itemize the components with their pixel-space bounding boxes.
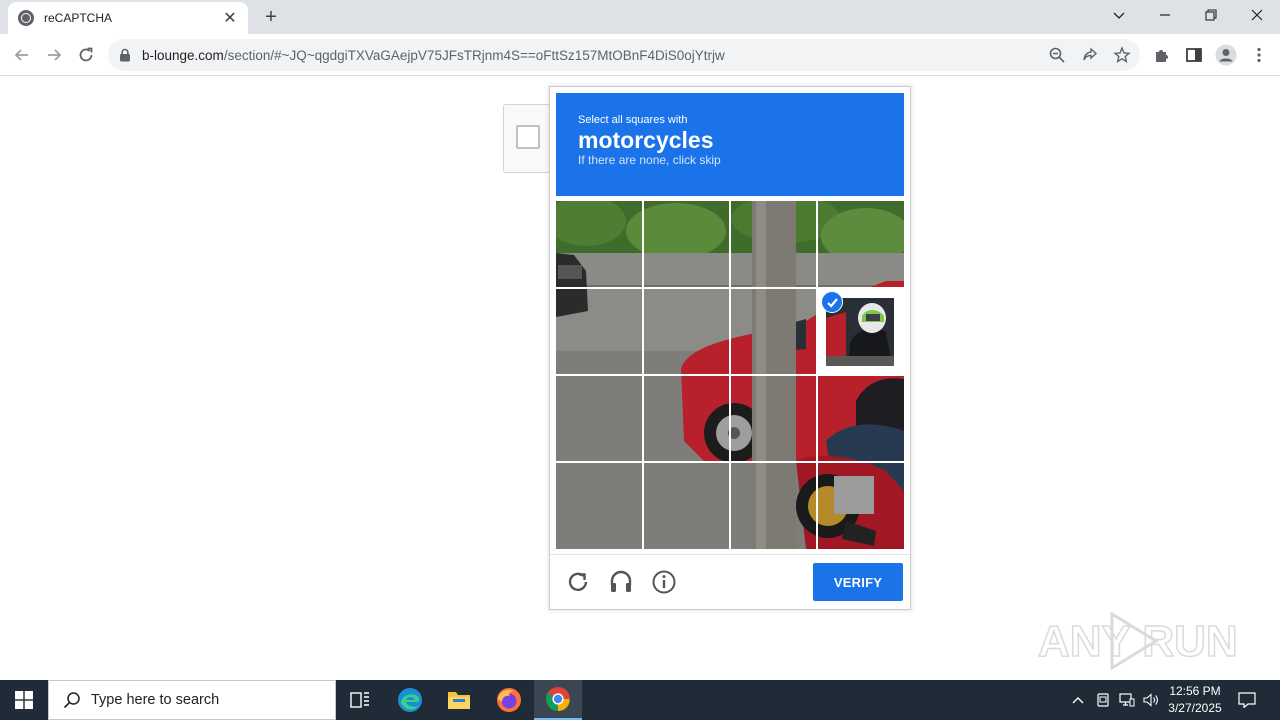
globe-icon: [18, 10, 34, 26]
grid-tile-r4c4[interactable]: [818, 463, 904, 549]
taskbar-search-box[interactable]: Type here to search: [48, 680, 336, 720]
minimize-icon: [1160, 14, 1170, 16]
profile-avatar-icon[interactable]: [1215, 44, 1237, 66]
image-grid: [556, 201, 904, 549]
grid-tile-r2c3[interactable]: [731, 289, 817, 375]
grid-tile-r1c1[interactable]: [556, 201, 642, 287]
network-icon: [1119, 693, 1135, 707]
grid-tile-r3c4[interactable]: [818, 376, 904, 462]
tray-overflow-button[interactable]: [1068, 680, 1088, 720]
extensions-puzzle-icon[interactable]: [1153, 46, 1171, 64]
url-text: b-lounge.com/section/#~JQ~qgdgiTXVaGAejp…: [142, 48, 725, 63]
windows-logo-icon: [15, 691, 33, 709]
notification-icon: [1238, 692, 1256, 708]
tab-title: reCAPTCHA: [44, 11, 113, 25]
back-button[interactable]: [8, 41, 36, 69]
grid-tile-r1c2[interactable]: [644, 201, 730, 287]
tray-volume-button[interactable]: [1140, 680, 1162, 720]
reload-icon[interactable]: [565, 569, 591, 595]
forward-button[interactable]: [40, 41, 68, 69]
chevron-up-icon: [1072, 697, 1084, 704]
tray-network-button[interactable]: [1116, 680, 1138, 720]
file-explorer-button[interactable]: [435, 680, 483, 720]
windows-taskbar: Type here to search 12:56 PM 3/27/2025: [0, 680, 1280, 720]
search-icon: [63, 692, 80, 709]
grid-tile-r4c1[interactable]: [556, 463, 642, 549]
recaptcha-challenge: Select all squares with motorcycles If t…: [549, 86, 911, 610]
close-window-button[interactable]: [1234, 0, 1280, 30]
challenge-instruction: Select all squares with: [578, 114, 688, 126]
edge-icon: [398, 688, 422, 712]
reload-icon: [79, 47, 93, 62]
grid-tile-r1c4[interactable]: [818, 201, 904, 287]
svg-text:ANY RUN: ANY RUN: [1038, 617, 1238, 666]
verify-button[interactable]: VERIFY: [813, 563, 903, 601]
search-placeholder: Type here to search: [91, 692, 220, 708]
lock-icon: [120, 48, 130, 62]
grid-tile-r3c3[interactable]: [731, 376, 817, 462]
edge-button[interactable]: [386, 680, 434, 720]
address-bar[interactable]: b-lounge.com/section/#~JQ~qgdgiTXVaGAejp…: [108, 39, 1140, 71]
info-icon[interactable]: [651, 569, 677, 595]
close-icon: [1251, 9, 1263, 21]
arrow-left-icon: [14, 49, 28, 61]
device-icon: [1097, 693, 1109, 707]
tab-strip: reCAPTCHA ✕ +: [0, 0, 1280, 34]
challenge-footer: VERIFY: [550, 554, 910, 610]
reload-button[interactable]: [72, 41, 100, 69]
firefox-icon: [497, 688, 521, 712]
tab-close-icon[interactable]: ✕: [222, 8, 238, 28]
side-panel-icon[interactable]: [1185, 46, 1203, 64]
grid-tile-r3c1[interactable]: [556, 376, 642, 462]
file-explorer-icon: [448, 692, 470, 709]
clock-date: 3/27/2025: [1168, 701, 1222, 715]
challenge-hint: If there are none, click skip: [578, 153, 721, 167]
challenge-header: Select all squares with motorcycles If t…: [556, 93, 904, 196]
selected-check-icon: [821, 291, 843, 313]
taskbar-clock[interactable]: 12:56 PM 3/27/2025: [1160, 683, 1230, 717]
url-host: b-lounge.com: [142, 47, 224, 63]
anyrun-watermark-logo: ANY RUN: [1038, 611, 1238, 671]
grid-tile-r1c3[interactable]: [731, 201, 817, 287]
audio-challenge-icon[interactable]: [608, 569, 634, 595]
grid-tile-r4c2[interactable]: [644, 463, 730, 549]
kebab-menu-icon[interactable]: [1250, 46, 1268, 64]
chrome-button[interactable]: [534, 680, 582, 720]
task-view-button[interactable]: [336, 680, 384, 720]
recaptcha-checkbox[interactable]: [516, 125, 540, 149]
firefox-button[interactable]: [485, 680, 533, 720]
arrow-right-icon: [48, 49, 62, 61]
new-tab-button[interactable]: +: [258, 4, 284, 30]
browser-toolbar: b-lounge.com/section/#~JQ~qgdgiTXVaGAejp…: [0, 34, 1280, 76]
restore-icon: [1205, 9, 1217, 21]
tab-recaptcha[interactable]: reCAPTCHA ✕: [8, 2, 248, 34]
clock-time: 12:56 PM: [1169, 684, 1221, 698]
grid-tile-r3c2[interactable]: [644, 376, 730, 462]
chevron-down-icon: [1113, 12, 1125, 19]
restore-button[interactable]: [1188, 0, 1234, 30]
minimize-button[interactable]: [1142, 0, 1188, 30]
start-button[interactable]: [0, 680, 48, 720]
share-icon[interactable]: [1081, 46, 1099, 64]
task-view-icon: [350, 692, 369, 708]
bookmark-star-icon[interactable]: [1113, 46, 1131, 64]
challenge-target: motorcycles: [578, 127, 714, 153]
url-path: /section/#~JQ~qgdgiTXVaGAejpV75JFsTRjnm4…: [223, 47, 725, 63]
notification-button[interactable]: [1234, 680, 1260, 720]
volume-icon: [1143, 693, 1158, 707]
chrome-icon: [546, 687, 570, 711]
grid-tile-r2c1[interactable]: [556, 289, 642, 375]
grid-tile-r2c2[interactable]: [644, 289, 730, 375]
tab-search-button[interactable]: [1096, 0, 1142, 30]
zoom-icon[interactable]: [1048, 46, 1066, 64]
grid-tile-r4c3[interactable]: [731, 463, 817, 549]
tray-device-button[interactable]: [1092, 680, 1114, 720]
